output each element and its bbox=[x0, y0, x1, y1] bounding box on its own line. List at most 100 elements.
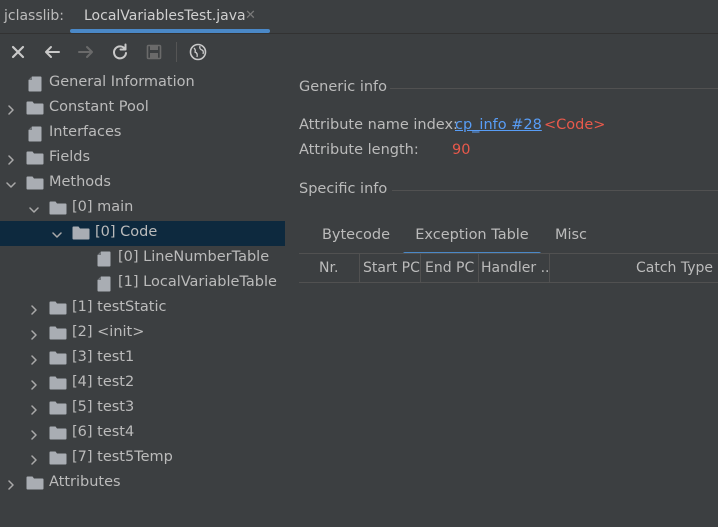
file-icon bbox=[97, 276, 111, 296]
tree-item-label: Constant Pool bbox=[49, 99, 149, 115]
tree-item-label: Attributes bbox=[49, 474, 121, 490]
tab-label: Misc bbox=[554, 227, 588, 243]
column-header-catch-type[interactable]: Catch Type bbox=[636, 254, 716, 282]
tree-item[interactable]: Interfaces bbox=[0, 121, 285, 146]
tree-item-label: Methods bbox=[49, 174, 111, 190]
chevron-down-icon[interactable] bbox=[29, 203, 39, 213]
chevron-down-icon[interactable] bbox=[52, 228, 62, 238]
tree-item[interactable]: [0] LineNumberTable bbox=[0, 246, 285, 271]
tree-item-label: General Information bbox=[49, 74, 195, 90]
active-tab-indicator bbox=[70, 29, 270, 33]
chevron-right-icon[interactable] bbox=[29, 328, 39, 340]
tree-item-label: [4] test2 bbox=[72, 374, 135, 390]
generic-info-divider bbox=[390, 88, 718, 89]
refresh-icon[interactable] bbox=[108, 40, 132, 64]
folder-icon bbox=[49, 376, 67, 394]
forward-icon[interactable] bbox=[74, 40, 98, 64]
column-header-nr[interactable]: Nr. bbox=[319, 254, 359, 282]
tree-item[interactable]: [3] test1 bbox=[0, 346, 285, 371]
specific-info-title: Specific info bbox=[299, 181, 388, 197]
column-separator[interactable] bbox=[359, 254, 360, 282]
title-bar: jclasslib: LocalVariablesTest.java ✕ bbox=[0, 0, 718, 34]
file-icon bbox=[28, 126, 42, 146]
folder-icon bbox=[49, 426, 67, 444]
column-separator[interactable] bbox=[549, 254, 550, 282]
tree-item[interactable]: [1] LocalVariableTable bbox=[0, 271, 285, 296]
folder-icon bbox=[49, 326, 67, 344]
tree-item[interactable]: [0] Code bbox=[0, 221, 285, 246]
folder-icon bbox=[49, 201, 67, 219]
tree-item[interactable]: [5] test3 bbox=[0, 396, 285, 421]
tree-item-label: [3] test1 bbox=[72, 349, 135, 365]
chevron-down-icon[interactable] bbox=[6, 178, 16, 188]
save-icon[interactable] bbox=[142, 40, 166, 64]
file-icon bbox=[28, 76, 42, 96]
column-header-end-pc[interactable]: End PC bbox=[425, 254, 479, 282]
toolbar-separator bbox=[176, 42, 177, 62]
chevron-right-icon[interactable] bbox=[29, 428, 39, 440]
tab-label: Exception Table bbox=[415, 227, 529, 243]
column-header-handler[interactable]: Handler ... bbox=[481, 254, 549, 282]
tree-item-label: [7] test5Temp bbox=[72, 449, 173, 465]
folder-icon bbox=[49, 451, 67, 469]
chevron-right-icon[interactable] bbox=[6, 153, 16, 165]
tab-exception-table[interactable]: Exception Table bbox=[403, 227, 541, 256]
chevron-right-icon[interactable] bbox=[29, 453, 39, 465]
tab-misc[interactable]: Misc bbox=[547, 227, 595, 253]
tree-item-label: [6] test4 bbox=[72, 424, 135, 440]
specific-info-divider bbox=[392, 190, 718, 191]
attribute-length-label: Attribute length: bbox=[299, 142, 419, 158]
tree-item-label: [5] test3 bbox=[72, 399, 135, 415]
attribute-name-index-label: Attribute name index: bbox=[299, 117, 458, 133]
chevron-right-icon[interactable] bbox=[29, 303, 39, 315]
tree-item[interactable]: Constant Pool bbox=[0, 96, 285, 121]
editor-tab[interactable]: LocalVariablesTest.java ✕ bbox=[70, 0, 270, 33]
folder-icon bbox=[49, 351, 67, 369]
tree-item[interactable]: [0] main bbox=[0, 196, 285, 221]
tab-bytecode[interactable]: Bytecode bbox=[315, 227, 397, 253]
generic-info-title: Generic info bbox=[299, 79, 388, 95]
file-icon bbox=[97, 251, 111, 271]
tab-label: LocalVariablesTest.java bbox=[84, 8, 246, 24]
tree-item-label: [1] testStatic bbox=[72, 299, 167, 315]
class-structure-tree: General Information Constant Pool Interfac… bbox=[0, 71, 285, 527]
tree-item[interactable]: [1] testStatic bbox=[0, 296, 285, 321]
tree-item[interactable]: [6] test4 bbox=[0, 421, 285, 446]
tab-label: Bytecode bbox=[321, 227, 391, 243]
close-icon[interactable] bbox=[6, 40, 30, 64]
tree-item[interactable]: [7] test5Temp bbox=[0, 446, 285, 471]
cp-info-link[interactable]: cp_info #28 bbox=[455, 117, 542, 133]
chevron-right-icon[interactable] bbox=[29, 378, 39, 390]
specific-info-tabs: Bytecode Exception Table Misc bbox=[299, 223, 718, 256]
back-icon[interactable] bbox=[40, 40, 64, 64]
folder-icon bbox=[26, 101, 44, 119]
column-separator[interactable] bbox=[420, 254, 421, 282]
column-header-start-pc[interactable]: Start PC bbox=[363, 254, 421, 282]
folder-icon bbox=[49, 401, 67, 419]
app-label: jclasslib: bbox=[4, 8, 65, 24]
tree-item[interactable]: [4] test2 bbox=[0, 371, 285, 396]
folder-icon bbox=[49, 301, 67, 319]
attribute-length-value: 90 bbox=[452, 142, 471, 158]
chevron-right-icon[interactable] bbox=[6, 103, 16, 115]
folder-icon bbox=[26, 176, 44, 194]
chevron-right-icon[interactable] bbox=[29, 403, 39, 415]
tree-item[interactable]: General Information bbox=[0, 71, 285, 96]
tree-item-label: Interfaces bbox=[49, 124, 122, 140]
tab-close-icon[interactable]: ✕ bbox=[245, 8, 256, 23]
tree-item[interactable]: Methods bbox=[0, 171, 285, 196]
browser-icon[interactable] bbox=[186, 40, 210, 64]
tree-item-label: [0] Code bbox=[95, 224, 158, 240]
tree-item[interactable]: [2] <init> bbox=[0, 321, 285, 346]
chevron-right-icon[interactable] bbox=[6, 478, 16, 490]
tree-item-label: [1] LocalVariableTable bbox=[118, 274, 277, 290]
attribute-name-value: <Code> bbox=[544, 117, 606, 133]
exception-table-header: Nr. Start PC End PC Handler ... Catch Ty… bbox=[299, 253, 718, 283]
chevron-right-icon[interactable] bbox=[29, 353, 39, 365]
folder-icon bbox=[72, 226, 90, 244]
tree-item[interactable]: Attributes bbox=[0, 471, 285, 496]
toolbar bbox=[0, 34, 718, 70]
tree-item[interactable]: Fields bbox=[0, 146, 285, 171]
column-separator[interactable] bbox=[478, 254, 479, 282]
tree-item-label: [0] main bbox=[72, 199, 134, 215]
